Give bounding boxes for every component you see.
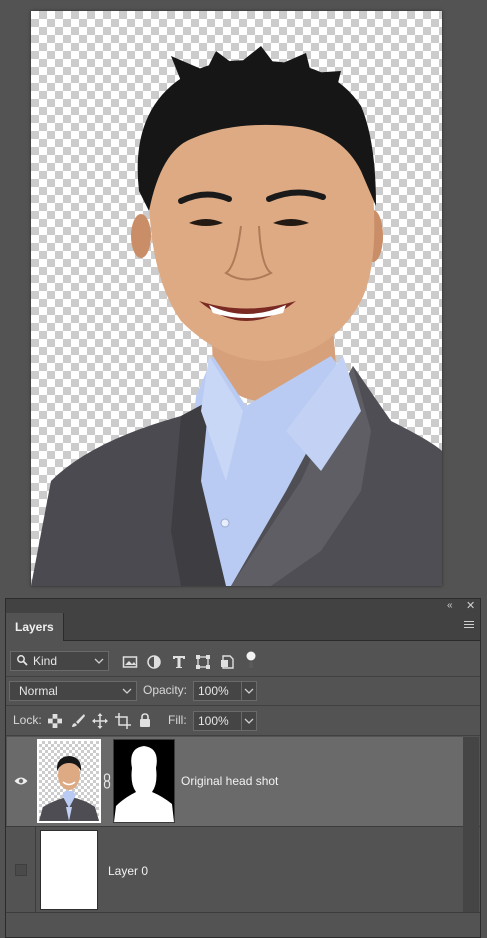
divider: [6, 705, 480, 706]
type-filter-icon[interactable]: [171, 654, 187, 670]
chevron-down-icon: [244, 688, 254, 694]
fill-label: Fill:: [168, 713, 187, 727]
adjustment-filter-icon[interactable]: [146, 654, 162, 670]
close-icon[interactable]: ✕: [466, 599, 475, 613]
filter-kind-select[interactable]: Kind: [10, 651, 109, 671]
portrait-image: [31, 46, 442, 586]
lock-label: Lock:: [13, 713, 42, 727]
opacity-label: Opacity:: [143, 683, 188, 697]
lock-image-pixels-icon[interactable]: [70, 713, 86, 729]
scrollbar[interactable]: [463, 737, 479, 915]
chevron-down-icon: [122, 688, 132, 694]
panel-footer: [6, 912, 480, 937]
fill-dropdown-button[interactable]: [241, 711, 257, 731]
fill-input[interactable]: 100%: [193, 711, 241, 731]
layer-thumbnail[interactable]: [37, 739, 101, 823]
layers-panel: « ✕ Layers Kind Normal Opacity: 100% Loc…: [5, 598, 481, 938]
smart-object-filter-icon[interactable]: [219, 654, 235, 670]
layer-thumbnail[interactable]: [40, 830, 98, 910]
blend-mode-value: Normal: [19, 684, 58, 698]
fill-value: 100%: [198, 714, 229, 728]
eye-icon[interactable]: [14, 776, 28, 786]
magnifier-icon: [17, 655, 28, 666]
chevron-down-icon: [94, 658, 104, 664]
lock-transparent-pixels-icon[interactable]: [47, 713, 63, 729]
panel-title-bar: « ✕: [6, 599, 480, 613]
blend-mode-select[interactable]: Normal: [9, 681, 137, 701]
opacity-value: 100%: [198, 684, 229, 698]
opacity-input[interactable]: 100%: [193, 681, 241, 701]
link-chain-icon[interactable]: [103, 773, 111, 789]
layer-row-layer-0[interactable]: Layer 0: [7, 827, 463, 915]
document-canvas[interactable]: [31, 11, 442, 586]
opacity-dropdown-button[interactable]: [241, 681, 257, 701]
layer-name[interactable]: Layer 0: [108, 864, 148, 878]
divider: [6, 735, 480, 736]
divider: [35, 827, 36, 915]
chevron-down-icon: [244, 718, 254, 724]
blend-row: Normal Opacity: 100%: [6, 679, 480, 703]
lock-artboard-icon[interactable]: [115, 713, 131, 729]
mask-silhouette: [114, 746, 174, 822]
layer-thumbnail-image: [39, 756, 99, 821]
panel-tab-bar: Layers: [6, 613, 480, 641]
shape-filter-icon[interactable]: [195, 654, 211, 670]
visibility-toggle[interactable]: [7, 737, 35, 826]
lock-position-icon[interactable]: [92, 713, 108, 729]
tab-layers[interactable]: Layers: [6, 613, 64, 641]
lock-all-icon[interactable]: [137, 712, 153, 728]
image-filter-icon[interactable]: [122, 654, 138, 670]
layer-name[interactable]: Original head shot: [181, 774, 278, 788]
layer-row-original-head-shot[interactable]: Original head shot: [7, 737, 463, 826]
hamburger-menu-icon[interactable]: [464, 621, 474, 633]
layer-mask-thumbnail[interactable]: [113, 739, 175, 823]
visibility-toggle[interactable]: [7, 827, 35, 915]
filter-kind-label: Kind: [33, 654, 58, 668]
filter-toggle-icon[interactable]: [245, 650, 257, 670]
double-chevron-left-icon[interactable]: «: [447, 599, 453, 613]
lock-row: Lock: Fill: 100%: [6, 709, 480, 733]
divider: [6, 676, 480, 677]
hidden-visibility-box[interactable]: [15, 864, 27, 876]
filter-row: Kind: [6, 649, 480, 675]
